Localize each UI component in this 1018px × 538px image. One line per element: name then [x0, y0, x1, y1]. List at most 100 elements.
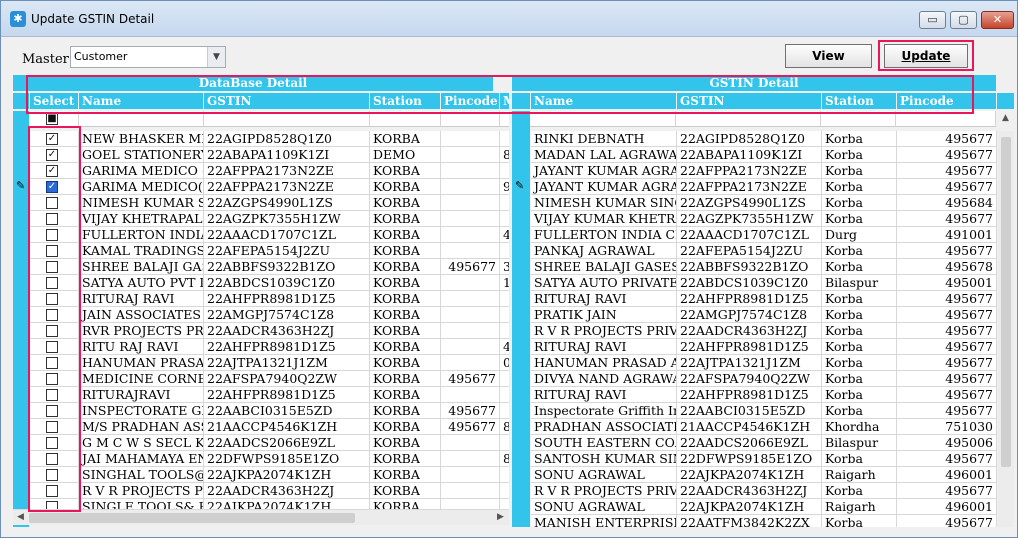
filter-station-cell[interactable] [821, 111, 896, 127]
pincode-cell[interactable] [441, 275, 500, 291]
filter-name-cell[interactable] [530, 111, 676, 127]
table-row[interactable]: RITURAJRAVI 22AHFPR8981D1Z5 KORBA [13, 387, 509, 403]
name-cell[interactable]: SHREE BALAJI GASES [531, 259, 677, 275]
name-cell[interactable]: RITURAJRAVI [79, 387, 204, 403]
select-checkbox[interactable] [46, 373, 58, 385]
table-row[interactable]: VIJAY KUMAR KHETRA 22AGZPK7355H1ZW Korba 49… [512, 211, 998, 227]
m-cell[interactable]: 82 [500, 451, 509, 467]
pincode-cell[interactable]: 495677 [441, 259, 500, 275]
column-header-select[interactable]: Select [30, 93, 78, 109]
station-cell[interactable]: Korba [822, 131, 897, 147]
table-row[interactable]: KAMAL TRADINGS 22AFEPA5154J2ZU KORBA [13, 243, 509, 259]
pincode-cell[interactable] [441, 211, 500, 227]
pincode-cell[interactable]: 495678 [897, 259, 997, 275]
select-checkbox[interactable]: ✓ [46, 165, 58, 177]
station-cell[interactable]: Korba [822, 163, 897, 179]
table-row[interactable]: JAIN ASSOCIATES 22AMGPJ7574C1Z8 KORBA [13, 307, 509, 323]
table-row[interactable]: RINKI DEBNATH 22AGIPD8528Q1Z0 Korba 495677 [512, 131, 998, 147]
station-cell[interactable]: Bilaspur [822, 275, 897, 291]
gstin-cell[interactable]: 22AABCI0315E5ZD [204, 403, 370, 419]
table-row[interactable]: MANISH ENTERPRISES 22AATFM3842K2ZX Korba 49… [512, 515, 998, 527]
pincode-cell[interactable] [441, 179, 500, 195]
column-header-station[interactable]: Station [822, 93, 896, 109]
pincode-cell[interactable]: 495677 [897, 179, 997, 195]
gstin-cell[interactable]: 22AMGPJ7574C1Z8 [677, 307, 822, 323]
m-cell[interactable] [500, 195, 509, 211]
gstin-cell[interactable]: 22ABAPA1109K1ZI [204, 147, 370, 163]
pincode-cell[interactable] [441, 323, 500, 339]
gstin-cell[interactable]: 22DFWPS9185E1ZO [204, 451, 370, 467]
station-cell[interactable]: KORBA [370, 291, 441, 307]
table-row[interactable]: FULLERTON INDIA CRI 22AAACD1707C1ZL Durg 49… [512, 227, 998, 243]
pincode-cell[interactable] [441, 451, 500, 467]
name-cell[interactable]: FULLERTON INDIA CRI [531, 227, 677, 243]
name-cell[interactable]: JAIN ASSOCIATES [79, 307, 204, 323]
select-cell[interactable] [29, 195, 79, 211]
station-cell[interactable]: Korba [822, 195, 897, 211]
gstin-cell[interactable]: 22AFPPA2173N2ZE [677, 163, 822, 179]
select-checkbox[interactable]: ✓ [46, 181, 58, 193]
gstin-cell[interactable]: 22AJTPA1321J1ZM [677, 355, 822, 371]
column-header-name[interactable]: Name [79, 93, 203, 109]
table-row[interactable]: Inspectorate Griffith In 22AABCI0315E5ZD K… [512, 403, 998, 419]
name-cell[interactable]: R V R PROJECTS PVT [79, 483, 204, 499]
station-cell[interactable]: KORBA [370, 131, 441, 147]
name-cell[interactable]: SONU AGRAWAL [531, 467, 677, 483]
select-cell[interactable] [29, 275, 79, 291]
gstin-cell[interactable]: 22ABDCS1039C1Z0 [204, 275, 370, 291]
m-cell[interactable]: 07 [500, 355, 509, 371]
gstin-cell[interactable]: 22AADCR4363H2ZJ [204, 483, 370, 499]
minimize-icon[interactable]: ▭ [919, 11, 946, 29]
table-row[interactable]: PANKAJ AGRAWAL 22AFEPA5154J2ZU Korba 495677 [512, 243, 998, 259]
name-cell[interactable]: MADAN LAL AGRAWAL [531, 147, 677, 163]
station-cell[interactable]: Korba [822, 515, 897, 527]
pincode-cell[interactable]: 495677 [897, 339, 997, 355]
table-row[interactable]: ✎ ✓ GARIMA MEDICO( K22AFPPA2173N2ZEKORBA 99 [13, 179, 509, 195]
pincode-cell[interactable] [441, 291, 500, 307]
name-cell[interactable]: RITURAJ RAVI [531, 291, 677, 307]
name-cell[interactable]: M/S PRADHAN ASS( [79, 419, 204, 435]
gstin-cell[interactable]: 22AHFPR8981D1Z5 [677, 291, 822, 307]
station-cell[interactable]: Korba [822, 291, 897, 307]
pincode-cell[interactable]: 495677 [897, 243, 997, 259]
pincode-cell[interactable]: 496001 [897, 467, 997, 483]
station-cell[interactable]: KORBA [370, 227, 441, 243]
station-cell[interactable]: Korba [822, 243, 897, 259]
table-row[interactable]: M/S PRADHAN ASS(21AACCP4546K1ZH KORBA 4956… [13, 419, 509, 435]
gstin-cell[interactable]: 22AZGPS4990L1ZS [677, 195, 822, 211]
table-row[interactable]: R V R PROJECTS PRIVAT22AADCR4363H2ZJKorb… [512, 483, 998, 499]
name-cell[interactable]: KAMAL TRADINGS [79, 243, 204, 259]
select-checkbox[interactable] [46, 421, 58, 433]
name-cell[interactable]: R V R PROJECTS PRIVAT [531, 323, 677, 339]
select-checkbox[interactable] [46, 245, 58, 257]
column-header-station[interactable]: Station [370, 93, 440, 109]
m-cell[interactable] [500, 211, 509, 227]
pincode-cell[interactable] [441, 243, 500, 259]
column-header-pincode[interactable]: Pincode [441, 93, 499, 109]
select-checkbox[interactable] [46, 469, 58, 481]
pincode-cell[interactable]: 495677 [441, 371, 500, 387]
gstin-cell[interactable]: 22DFWPS9185E1ZO [677, 451, 822, 467]
gstin-cell[interactable]: 22AHFPR8981D1Z5 [204, 387, 370, 403]
table-row[interactable]: FULLERTON INDIA22AAACD1707C1ZLKORBA 47 [13, 227, 509, 243]
table-row[interactable]: ✓ NEW BHASKER MEI 22AGIPD8528Q1Z0 KORBA [13, 131, 509, 147]
table-row[interactable]: NIMESH KUMAR SIN22AZGPS4990L1ZSKORBA [13, 195, 509, 211]
pincode-cell[interactable]: 495677 [897, 163, 997, 179]
select-cell[interactable] [29, 371, 79, 387]
gstin-cell[interactable]: 22AGIPD8528Q1Z0 [204, 131, 370, 147]
select-checkbox[interactable] [46, 197, 58, 209]
gstin-cell[interactable]: 22AFSPA7940Q2ZW [204, 371, 370, 387]
table-row[interactable]: SINGHAL TOOLS@H22AJKPA2074K1ZHKORBA [13, 467, 509, 483]
table-row[interactable]: RVR PROJECTS PRIV22AADCR4363H2ZJKORBA [13, 323, 509, 339]
column-header-pincode[interactable]: Pincode [897, 93, 996, 109]
gstin-cell[interactable]: 22AFSPA7940Q2ZW [677, 371, 822, 387]
gstin-cell[interactable]: 22AFPPA2173N2ZE [204, 179, 370, 195]
pincode-cell[interactable] [441, 435, 500, 451]
gstin-cell[interactable]: 22AADCR4363H2ZJ [677, 483, 822, 499]
gstin-cell[interactable]: 22ABAPA1109K1ZI [677, 147, 822, 163]
name-cell[interactable]: SONU AGRAWAL [531, 499, 677, 515]
select-all-checkbox[interactable]: ■ [46, 113, 58, 125]
gstin-cell[interactable]: 22AGZPK7355H1ZW [204, 211, 370, 227]
pincode-cell[interactable] [441, 307, 500, 323]
select-cell[interactable] [29, 339, 79, 355]
